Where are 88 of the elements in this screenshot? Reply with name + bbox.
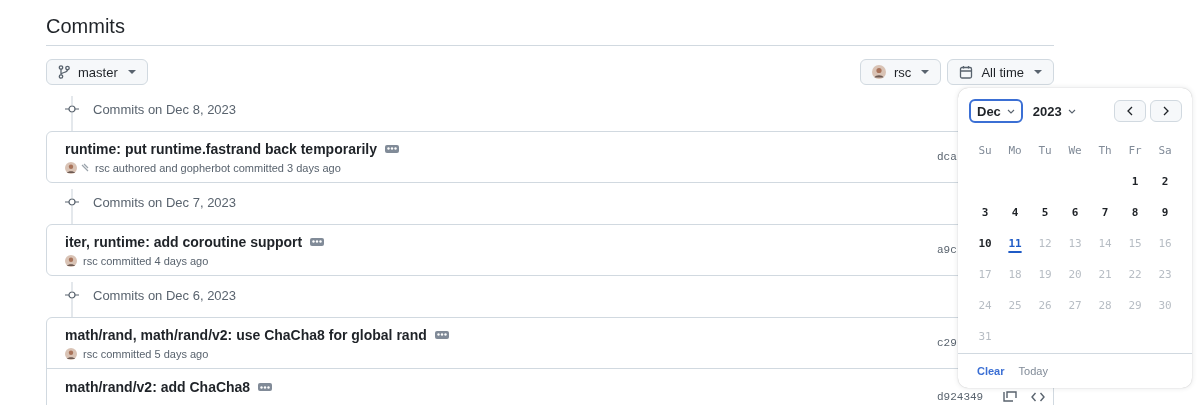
weekday-label: Sa bbox=[1157, 143, 1173, 159]
calendar-day: 17 bbox=[970, 263, 1000, 286]
ellipsis-icon bbox=[312, 240, 323, 243]
calendar-day: 13 bbox=[1060, 232, 1090, 255]
weekday-label: We bbox=[1067, 143, 1083, 159]
avatar-icon bbox=[65, 254, 77, 267]
commit-message[interactable]: runtime: put runtime.fastrand back temporarily bbox=[65, 140, 377, 157]
ellipsis-button[interactable] bbox=[434, 330, 449, 339]
group-heading: Commits on Dec 8, 2023 bbox=[93, 101, 237, 117]
commit-hash[interactable]: d924349 bbox=[937, 391, 984, 403]
ellipsis-icon bbox=[260, 385, 271, 389]
next-month-button[interactable] bbox=[1150, 100, 1182, 122]
calendar-day: 18 bbox=[1000, 263, 1030, 286]
group-heading: Commits on Dec 6, 2023 bbox=[93, 287, 237, 303]
calendar-day: 22 bbox=[1120, 263, 1150, 286]
ellipsis-icon bbox=[386, 147, 397, 150]
avatar-icon bbox=[65, 347, 77, 360]
calendar-day: 15 bbox=[1120, 232, 1150, 255]
caret-icon bbox=[921, 70, 930, 74]
commit-byline: rsc committed 5 days ago bbox=[83, 347, 209, 360]
calendar-day[interactable]: 1 bbox=[1120, 170, 1150, 193]
commit-icon bbox=[65, 198, 79, 206]
calendar-day: 29 bbox=[1120, 294, 1150, 317]
calendar-day: 19 bbox=[1030, 263, 1060, 286]
calendar-day[interactable]: 5 bbox=[1030, 201, 1060, 224]
avatar-icon bbox=[872, 65, 887, 79]
calendar-day: 27 bbox=[1060, 294, 1090, 317]
commit-hash[interactable]: a9c bbox=[937, 244, 957, 256]
branch-icon bbox=[58, 65, 70, 79]
copy-icon[interactable] bbox=[1003, 391, 1018, 403]
calendar-day: 28 bbox=[1090, 294, 1120, 317]
weekday-label: Fr bbox=[1127, 143, 1143, 159]
chevron-right-icon bbox=[1163, 106, 1169, 116]
calendar-day: 21 bbox=[1090, 263, 1120, 286]
avatar-icon bbox=[65, 161, 77, 174]
calendar-day: 12 bbox=[1030, 232, 1060, 255]
calendar-day[interactable]: 10 bbox=[970, 232, 1000, 255]
calendar-day: 24 bbox=[970, 294, 1000, 317]
year-select[interactable]: 2023 bbox=[1032, 103, 1076, 119]
weekday-label: Su bbox=[977, 143, 993, 159]
calendar-day[interactable]: 7 bbox=[1090, 201, 1120, 224]
commit-message[interactable]: math/rand, math/rand/v2: use ChaCha8 for global rand bbox=[65, 326, 427, 343]
calendar-day: 20 bbox=[1060, 263, 1090, 286]
page-title: Commits bbox=[46, 0, 1054, 46]
previous-month-button[interactable] bbox=[1114, 100, 1146, 122]
today-button[interactable]: Today bbox=[1018, 365, 1048, 377]
calendar-day[interactable]: 8 bbox=[1120, 201, 1150, 224]
calendar-day[interactable]: 6 bbox=[1060, 201, 1090, 224]
time-dropdown[interactable]: All time bbox=[947, 59, 1054, 85]
caret-icon bbox=[1034, 70, 1042, 74]
calendar-day[interactable]: 11 bbox=[1000, 232, 1030, 255]
commit-hash[interactable]: dca bbox=[937, 151, 957, 163]
author-dropdown[interactable]: rsc bbox=[860, 59, 942, 85]
commit-icon bbox=[65, 105, 79, 113]
commit-byline: rsc authored and gopherbot committed 3 days ago bbox=[95, 161, 341, 174]
calendar-day: 14 bbox=[1090, 232, 1120, 255]
group-heading: Commits on Dec 7, 2023 bbox=[93, 194, 237, 210]
ellipsis-button[interactable] bbox=[384, 144, 399, 153]
calendar-day[interactable]: 3 bbox=[970, 201, 1000, 224]
calendar-day: 26 bbox=[1030, 294, 1060, 317]
commit-hash[interactable]: c29 bbox=[937, 337, 957, 349]
commit-byline: rsc committed 4 days ago bbox=[83, 254, 209, 267]
caret-icon bbox=[127, 70, 136, 74]
commit-message[interactable]: iter, runtime: add coroutine support bbox=[65, 233, 303, 250]
calendar-day: 16 bbox=[1150, 232, 1180, 255]
ellipsis-icon bbox=[436, 333, 447, 336]
chevron-left-icon bbox=[1127, 106, 1133, 116]
ellipsis-button[interactable] bbox=[258, 383, 273, 391]
weekday-label: Mo bbox=[1007, 143, 1023, 159]
month-select[interactable]: Dec bbox=[969, 99, 1023, 123]
clear-button[interactable]: Clear bbox=[977, 365, 1005, 377]
calendar-day[interactable]: 2 bbox=[1150, 170, 1180, 193]
commit-icon bbox=[65, 291, 79, 299]
calendar-day: 25 bbox=[1000, 294, 1030, 317]
weekday-label: Tu bbox=[1037, 143, 1053, 159]
calendar-day: 23 bbox=[1150, 263, 1180, 286]
calendar-day[interactable]: 9 bbox=[1150, 201, 1180, 224]
calendar-day: 31 bbox=[970, 325, 1000, 348]
commit-message[interactable]: math/rand/v2: add ChaCha8 bbox=[65, 379, 251, 395]
chevron-down-icon bbox=[1067, 108, 1076, 114]
calendar-day[interactable]: 4 bbox=[1000, 201, 1030, 224]
ellipsis-button[interactable] bbox=[310, 237, 325, 246]
calendar-day: 30 bbox=[1150, 294, 1180, 317]
chevron-down-icon bbox=[1006, 108, 1015, 114]
calendar-icon bbox=[959, 65, 974, 79]
weekday-label: Th bbox=[1097, 143, 1113, 159]
branch-dropdown[interactable]: master bbox=[46, 59, 148, 85]
code-icon[interactable] bbox=[1031, 392, 1046, 402]
